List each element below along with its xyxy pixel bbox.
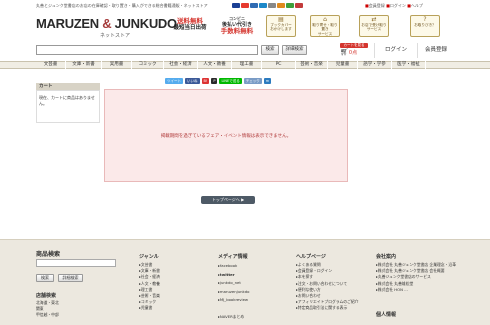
pocket-icon[interactable]: P — [211, 78, 218, 84]
footer-search-button[interactable]: 検索 — [36, 274, 54, 282]
visa-card-icon — [232, 3, 240, 8]
store-pickup-label: お店で受け取り サービス — [361, 22, 387, 32]
mastercard-icon — [241, 3, 249, 8]
line-button[interactable]: LINEで送る — [219, 78, 242, 84]
header-link-login[interactable]: ログイン — [390, 3, 406, 8]
cart-count: 0点 — [348, 50, 358, 56]
footer-search-input[interactable] — [36, 259, 116, 267]
convenience-store-icon — [286, 3, 294, 8]
footer-genre-title: ジャンル — [139, 254, 159, 260]
nav-item-arts[interactable]: 芸術・音楽 — [296, 61, 328, 69]
company-link[interactable]: ▸株式会社 HON ... — [376, 287, 476, 293]
promo-shipping[interactable]: 送料無料 最短当日出荷 — [170, 18, 210, 32]
twitter-account-link[interactable]: ▸junkdo_net — [218, 279, 249, 288]
twitter-account-link[interactable]: ▸maruzenjunkdo — [218, 288, 249, 297]
detail-search-button[interactable]: 詳細検索 — [282, 45, 307, 55]
footer-genre-list: ▸文芸書 ▸文庫・新書 ▸社会・経済 ▸人文・教養 ▸理工書 ▸芸術・音楽 ▸コ… — [139, 262, 160, 312]
search-button[interactable]: 検索 — [261, 45, 279, 55]
ecash-icon — [277, 3, 285, 8]
nav-item-fiction[interactable]: 文芸書 — [36, 61, 66, 69]
genre-link[interactable]: ▸児童書 — [139, 305, 160, 311]
order-reserve-button[interactable]: ⌂ 取り寄せ・取り置き サービス — [310, 15, 340, 37]
tweet-button[interactable]: ツイート — [165, 78, 183, 84]
footer-privacy-title: 個人情報 — [376, 312, 397, 318]
cart-icon: 🛒︎ — [340, 48, 349, 56]
sidebar-cart-message: 現在、カートに商品はありません。 — [36, 90, 100, 123]
footer-detail-button[interactable]: 詳細検索 — [58, 274, 83, 282]
nav-item-humanities[interactable]: 人文・教養 — [198, 61, 232, 69]
footer-media-title: メディア情報 — [218, 254, 248, 260]
nav-item-social[interactable]: 社会・経済 — [164, 61, 198, 69]
book-cover-label: ブックカバー おかけします — [270, 22, 292, 32]
footer-media-list: ▸facebook ▸twitter ▸junkdo_net ▸maruzenj… — [218, 262, 249, 321]
search-input[interactable] — [36, 45, 258, 55]
footer-company-title: 会社案内 — [376, 254, 397, 260]
footer-store-title: 店舗検索 — [36, 293, 57, 299]
payment-icon — [295, 3, 303, 8]
store-link[interactable]: 甲信越・中部 — [36, 312, 59, 318]
header-links: ■会員登録 ■ログイン ■ヘルプ — [365, 3, 423, 8]
help-link[interactable]: ▸特定商品取引法に関する表示 — [296, 305, 358, 311]
logo-amp: & — [102, 16, 112, 31]
logo-subtitle: ネットストア — [100, 33, 131, 39]
nav-item-language[interactable]: 語学・学参 — [358, 61, 392, 69]
nav-item-practical[interactable]: 実用書 — [102, 61, 132, 69]
jcb-card-icon — [250, 3, 258, 8]
store-pickup-button[interactable]: ⇄ お店で受け取り サービス — [359, 15, 389, 37]
footer-store-list: 北海道・東北 関東 甲信越・中部 — [36, 300, 59, 319]
header-link-register[interactable]: 会員登録 — [369, 3, 385, 8]
like-button[interactable]: いいね — [185, 78, 200, 84]
footer-help-title: ヘルプページ — [296, 254, 326, 260]
mixi-icon[interactable]: m — [263, 78, 272, 84]
twitter-account-link[interactable]: ▸MJ_bookreview — [218, 296, 249, 305]
expired-message: 掲載期間を過ぎているフェア・イベント情報は表示できません。 — [160, 134, 292, 139]
header-link-help[interactable]: ヘルプ — [411, 3, 423, 8]
social-buttons: ツイート いいね B! P LINEで送る チェック m — [165, 78, 272, 84]
login-link[interactable]: ログイン — [374, 43, 418, 58]
order-reserve-label: 取り寄せ・取り置き サービス — [312, 22, 338, 36]
top-page-button[interactable]: トップページへ ▶ — [201, 196, 255, 204]
check-button[interactable]: チェック — [243, 78, 262, 84]
logo-junkudo: JUNKUDO — [114, 16, 177, 31]
nav-item-science[interactable]: 理工書 — [232, 61, 262, 69]
naver-link[interactable]: ▸NAVERまとめ — [218, 313, 249, 322]
nav-item-comic[interactable]: コミック — [132, 61, 164, 69]
book-cover-button[interactable]: ▤ ブックカバー おかけします — [266, 15, 296, 37]
top-page-label: トップページへ — [211, 197, 240, 202]
logo-maruzen: MARUZEN — [36, 16, 99, 31]
site-logo[interactable]: MARUZEN & JUNKUDO — [36, 16, 177, 31]
nav-item-children[interactable]: 児童書 — [328, 61, 358, 69]
promo-shipping-sameday: 最短当日出荷 — [173, 25, 207, 31]
register-link[interactable]: 会員登録 — [418, 43, 454, 58]
header-note: 丸善とジュンク堂書店のお店の在庫確認・取り置き・購入ができる総合書籍通販・ネット… — [36, 3, 208, 8]
nav-item-medical[interactable]: 医学・福祉 — [392, 61, 426, 69]
cart-widget[interactable]: カートを見る 🛒︎0点 — [340, 43, 368, 58]
promo-cod-free: 手数料無料 — [220, 27, 254, 35]
promo-shipping-free: 送料無料 — [177, 17, 203, 25]
category-nav: 文芸書 文庫・新書 実用書 コミック 社会・経済 人文・教養 理工書 PC 芸術… — [36, 61, 426, 69]
footer-help-list: ▸よくある質問 ▸会員登録・ログイン ▸本を探す ▸注文・お問い合わせについて … — [296, 262, 358, 312]
facebook-link[interactable]: ▸facebook — [218, 262, 249, 271]
inquiry-label: お取りびき？ — [414, 22, 436, 27]
sidebar-cart-title: カート — [36, 83, 100, 90]
footer-company-list: ▸株式会社 丸善ジュンク堂書店 企業理念・沿革 ▸株式会社 丸善ジュンク堂書店 … — [376, 262, 476, 293]
nav-item-bunko[interactable]: 文庫・新書 — [66, 61, 102, 69]
promo-cod[interactable]: コンビニ 後払い代引き 手数料無料 — [216, 16, 258, 34]
diners-card-icon — [268, 3, 276, 8]
bookmark-icon[interactable]: B! — [201, 78, 210, 84]
inquiry-button[interactable]: ? お取りびき？ — [410, 15, 440, 37]
payment-cards — [232, 3, 303, 8]
twitter-link[interactable]: ▸twitter — [218, 271, 249, 280]
amex-card-icon — [259, 3, 267, 8]
footer-search-title: 商品検索 — [36, 251, 61, 258]
nav-item-pc[interactable]: PC — [262, 61, 296, 69]
arrow-right-icon: ▶ — [241, 197, 245, 202]
